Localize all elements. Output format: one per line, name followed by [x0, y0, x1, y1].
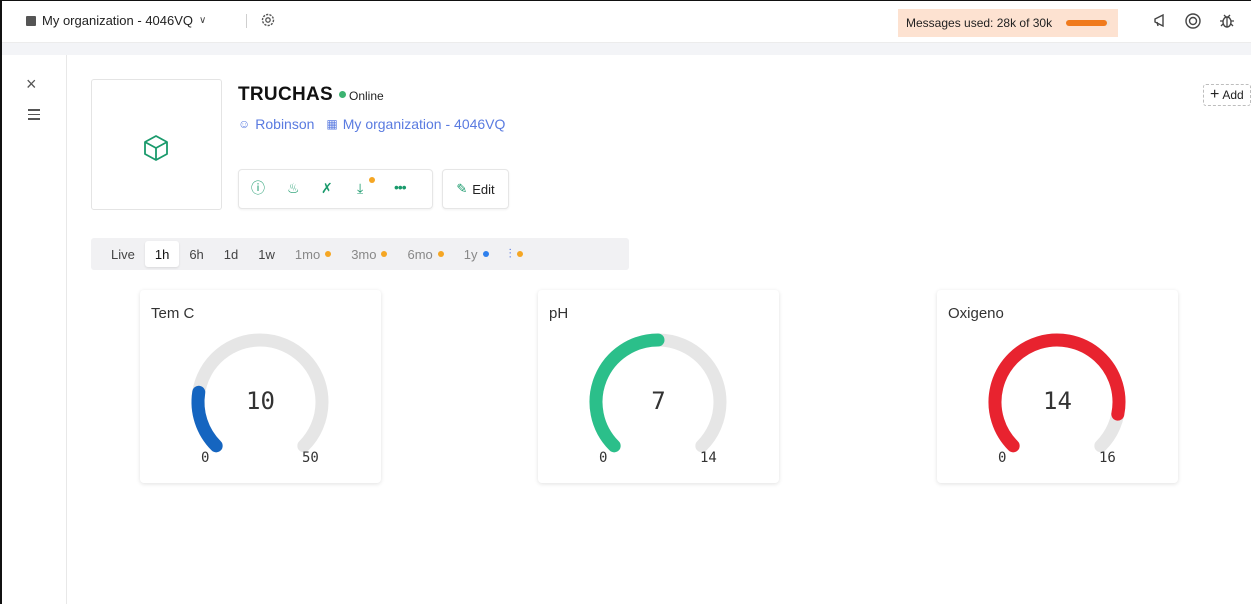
edit-label: Edit	[472, 181, 495, 197]
add-button[interactable]: + Add	[1203, 84, 1251, 106]
status-label: Online	[349, 89, 384, 103]
time-range-option[interactable]: 6h	[179, 241, 213, 267]
organization-icon	[26, 15, 36, 26]
device-links: ☺ Robinson ▦ My organization - 4046VQ	[238, 116, 505, 132]
gauge-card-oxygen[interactable]: Oxigeno 14 0 16	[937, 290, 1178, 483]
time-range-dot	[482, 251, 489, 257]
gauge-max: 50	[302, 450, 319, 466]
download-badge-dot	[369, 177, 375, 183]
info-icon[interactable]: ⓘ	[251, 180, 265, 196]
time-range-option[interactable]: 1h	[144, 241, 180, 267]
plus-icon: +	[1210, 86, 1220, 103]
time-range-label: 1y	[463, 246, 478, 262]
time-range-option[interactable]: 3mo	[341, 241, 397, 267]
bug-icon[interactable]	[1218, 12, 1236, 30]
organization-switcher[interactable]: My organization - 4046VQ ∨	[26, 13, 206, 28]
menu-icon[interactable]	[28, 109, 40, 123]
organization-icon: ▦	[326, 117, 338, 131]
device-action-group: ⓘ ♨ ✗ ⤓ •••	[238, 169, 433, 209]
messages-usage[interactable]: Messages used: 28k of 30k	[898, 9, 1118, 37]
device-title: TRUCHAS Online	[238, 84, 384, 106]
header-divider-strip	[2, 43, 1251, 55]
organization-name: My organization - 4046VQ	[342, 116, 506, 132]
top-bar: My organization - 4046VQ ∨ Messages used…	[2, 1, 1251, 43]
organization-label: My organization - 4046VQ	[42, 13, 194, 28]
gauge-min: 0	[998, 450, 1007, 466]
chevron-down-icon: ∨	[199, 15, 207, 26]
divider	[246, 14, 247, 28]
time-range-option[interactable]: ⫶	[499, 241, 533, 267]
gauge-value: 14	[1043, 387, 1072, 415]
edit-button[interactable]: ✎ Edit	[442, 169, 509, 209]
time-range-label: 6mo	[407, 246, 433, 262]
time-range-label: 6h	[189, 246, 204, 262]
gauge-card-ph[interactable]: pH 7 0 14	[538, 290, 779, 483]
edit-icon: ✎	[456, 181, 468, 196]
status-badge: Online	[339, 89, 384, 103]
time-range-option[interactable]: 1y	[454, 241, 499, 267]
help-ring-icon[interactable]	[1184, 12, 1202, 30]
time-range-label: 1mo	[294, 246, 321, 262]
gauge-min: 0	[599, 450, 608, 466]
time-range-option[interactable]: Live	[101, 241, 145, 267]
gear-icon[interactable]	[260, 12, 276, 28]
more-icon[interactable]: •••	[394, 179, 407, 195]
time-range-dot	[325, 251, 332, 257]
tools-icon[interactable]: ✗	[321, 180, 333, 196]
gauge-value: 7	[651, 387, 666, 415]
device-name: TRUCHAS	[238, 84, 333, 105]
device-thumbnail[interactable]	[91, 79, 222, 210]
left-rail: ×	[2, 55, 67, 604]
time-range-option[interactable]: 1d	[214, 241, 248, 267]
time-range-selector: Live 1h 6h 1d 1w 1mo 3mo 6mo 1y ⫶	[91, 238, 629, 270]
messages-usage-fill	[1066, 20, 1107, 26]
user-icon: ☺	[238, 117, 251, 131]
messages-usage-label: Messages used: 28k of 30k	[906, 16, 1053, 30]
organization-link[interactable]: ▦ My organization - 4046VQ	[326, 116, 505, 132]
bell-icon[interactable]: ♨	[287, 180, 300, 196]
time-range-dot	[516, 251, 523, 257]
gauge-min: 0	[201, 450, 210, 466]
gauge-max: 16	[1099, 450, 1116, 466]
download-icon[interactable]: ⤓	[357, 180, 363, 196]
time-range-label: 1d	[223, 246, 239, 262]
add-label: Add	[1222, 88, 1244, 102]
sliders-icon: ⫶	[508, 246, 512, 261]
time-range-label: 3mo	[351, 246, 377, 262]
gauge-max: 14	[700, 450, 717, 466]
owner-link[interactable]: ☺ Robinson	[238, 116, 314, 132]
owner-name: Robinson	[255, 116, 315, 132]
time-range-option[interactable]: 1mo	[285, 241, 341, 267]
time-range-dot	[381, 251, 388, 257]
time-range-label: 1w	[258, 246, 275, 262]
messages-usage-bar	[1066, 20, 1110, 26]
cube-icon	[144, 135, 168, 161]
time-range-label: Live	[111, 246, 135, 262]
status-dot	[339, 91, 346, 98]
gauge-value: 10	[246, 387, 275, 415]
time-range-option[interactable]: 6mo	[397, 241, 453, 267]
time-range-option[interactable]: 1w	[248, 241, 285, 267]
time-range-label: 1h	[154, 246, 170, 262]
gauge-card-temp[interactable]: Tem C 10 0 50	[140, 290, 381, 483]
close-icon[interactable]: ×	[26, 75, 37, 93]
megaphone-icon[interactable]	[1152, 12, 1170, 30]
time-range-dot	[437, 251, 444, 257]
